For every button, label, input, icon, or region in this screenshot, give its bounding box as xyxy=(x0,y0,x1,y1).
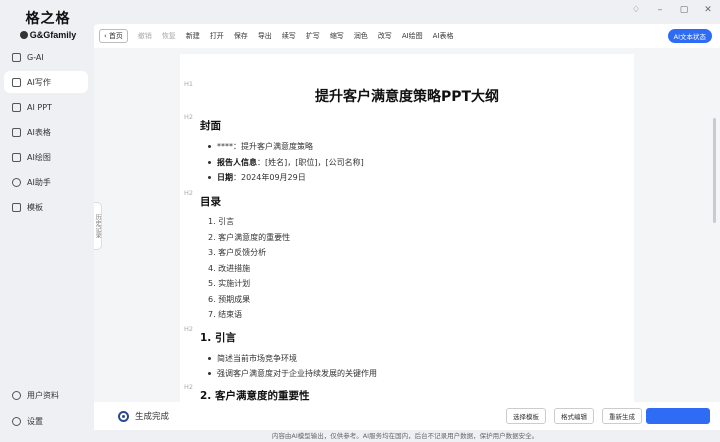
list-item: **** ：提升客户满意度策略 xyxy=(208,141,313,152)
list-item: 简述当前市场竞争环境 xyxy=(208,353,297,364)
h2-marker: H2 xyxy=(184,325,194,333)
h2-marker: H2 xyxy=(184,383,194,391)
minimize-icon[interactable]: – xyxy=(654,4,666,16)
edit-icon xyxy=(12,77,21,87)
sidebar-item-ai-drawing[interactable]: AI绘图 xyxy=(4,146,88,168)
export-button[interactable]: 导出 xyxy=(258,31,272,41)
list-item: 6. 预期成果 xyxy=(208,295,251,304)
heading-cover: 封面 xyxy=(200,120,221,132)
select-template-button[interactable]: 选择模板 xyxy=(506,408,546,424)
action-bar: 生成完成 选择模板 格式编辑 重新生成 xyxy=(94,402,720,430)
eye-icon xyxy=(118,410,129,422)
save-button[interactable]: 保存 xyxy=(234,31,248,41)
sidebar-nav: G-AI AI写作 AI PPT AI表格 AI绘图 AI助手 模板 xyxy=(4,46,88,221)
new-button[interactable]: 新建 xyxy=(186,31,200,41)
sidebar-item-settings[interactable]: 设置 xyxy=(4,410,88,432)
sidebar-item-ai-writing[interactable]: AI写作 xyxy=(4,71,88,93)
document-title: 提升客户满意度策略PPT大纲 xyxy=(314,89,500,105)
bell-icon[interactable]: ♢ xyxy=(630,4,642,16)
logo-english: G&Gfamily xyxy=(14,30,82,40)
sidebar-item-ai-ppt[interactable]: AI PPT xyxy=(4,96,88,118)
footer-disclaimer: 内容由AI模型输出，仅供参考。AI服务均在国内，后台不记录用户数据，保护用户数据… xyxy=(0,430,720,442)
sidebar-item-ai-assistant[interactable]: AI助手 xyxy=(4,171,88,193)
polish-button[interactable]: 润色 xyxy=(354,31,368,41)
redo-button[interactable]: 恢复 xyxy=(162,31,176,41)
chevron-left-icon: ‹ xyxy=(104,32,107,40)
heading-toc: 目录 xyxy=(200,196,221,208)
editor-toolbar: ‹ 首页 撤销 恢复 新建 打开 保存 导出 续写 扩写 缩写 润色 改写 AI绘… xyxy=(94,24,720,48)
user-icon xyxy=(12,390,21,400)
list-item: 1. 引言 xyxy=(208,217,235,226)
template-icon xyxy=(12,202,21,212)
assistant-icon xyxy=(12,177,21,187)
list-item: 3. 客户反馈分析 xyxy=(208,248,267,257)
close-icon[interactable]: ✕ xyxy=(702,4,714,16)
logo-mark-icon xyxy=(19,31,28,39)
list-item: 4. 改进措施 xyxy=(208,264,251,273)
regenerate-button[interactable]: 重新生成 xyxy=(602,408,642,424)
logo-chinese: 格之格 xyxy=(25,11,71,27)
gear-icon xyxy=(12,416,21,426)
ai-table-button[interactable]: AI表格 xyxy=(433,31,454,41)
sidebar-item-templates[interactable]: 模板 xyxy=(4,196,88,218)
ai-drawing-button[interactable]: AI绘图 xyxy=(402,31,423,41)
home-back-button[interactable]: ‹ 首页 xyxy=(99,29,128,43)
grid-icon xyxy=(12,52,21,62)
h2-marker: H2 xyxy=(184,113,194,121)
h2-marker: H2 xyxy=(184,189,194,197)
h1-marker: H1 xyxy=(184,80,194,88)
rewrite-button[interactable]: 改写 xyxy=(378,31,392,41)
shorten-button[interactable]: 缩写 xyxy=(330,31,344,41)
table-icon xyxy=(12,127,21,137)
app-logo: 格之格 G&Gfamily xyxy=(14,8,82,40)
document-page[interactable]: 提升客户满意度策略PPT大纲 封面 **** ：提升客户满意度策略 报告人信息 ：[… xyxy=(180,54,634,402)
list-item: 7. 结束语 xyxy=(208,310,243,319)
sidebar-bottom: 用户资料 设置 xyxy=(4,384,88,436)
ai-status-button[interactable]: AI文本状态 xyxy=(667,29,712,43)
list-item: 日期 ：2024年09月29日 xyxy=(208,172,306,183)
editor-main: 提升客户满意度策略PPT大纲 封面 **** ：提升客户满意度策略 报告人信息 ：[… xyxy=(94,48,720,440)
primary-action-button[interactable] xyxy=(646,408,710,424)
sidebar-item-profile[interactable]: 用户资料 xyxy=(4,384,88,406)
sidebar-item-g-ai[interactable]: G-AI xyxy=(4,46,88,68)
heading-section-2: 2. 客户满意度的重要性 xyxy=(200,390,310,402)
list-item: 强调客户满意度对于企业持续发展的关键作用 xyxy=(208,368,377,379)
continue-button[interactable]: 续写 xyxy=(282,31,296,41)
slides-icon xyxy=(12,102,21,112)
image-icon xyxy=(12,152,21,162)
history-tab[interactable]: 历史记录 xyxy=(94,202,102,250)
window-controls: ♢ – ▢ ✕ xyxy=(630,4,714,16)
format-edit-button[interactable]: 格式编辑 xyxy=(554,408,594,424)
maximize-icon[interactable]: ▢ xyxy=(678,4,690,16)
undo-button[interactable]: 撤销 xyxy=(138,31,152,41)
scrollbar[interactable] xyxy=(713,118,716,223)
list-item: 报告人信息 ：[姓名]，[职位]，[公司名称] xyxy=(208,157,364,168)
sidebar: 格之格 G&Gfamily G-AI AI写作 AI PPT AI表格 AI绘图… xyxy=(0,0,92,442)
generation-status: 生成完成 xyxy=(118,410,169,422)
list-item: 2. 客户满意度的重要性 xyxy=(208,233,291,242)
heading-intro: 1. 引言 xyxy=(200,332,236,344)
sidebar-item-ai-table[interactable]: AI表格 xyxy=(4,121,88,143)
list-item: 5. 实施计划 xyxy=(208,279,251,288)
open-button[interactable]: 打开 xyxy=(210,31,224,41)
expand-button[interactable]: 扩写 xyxy=(306,31,320,41)
